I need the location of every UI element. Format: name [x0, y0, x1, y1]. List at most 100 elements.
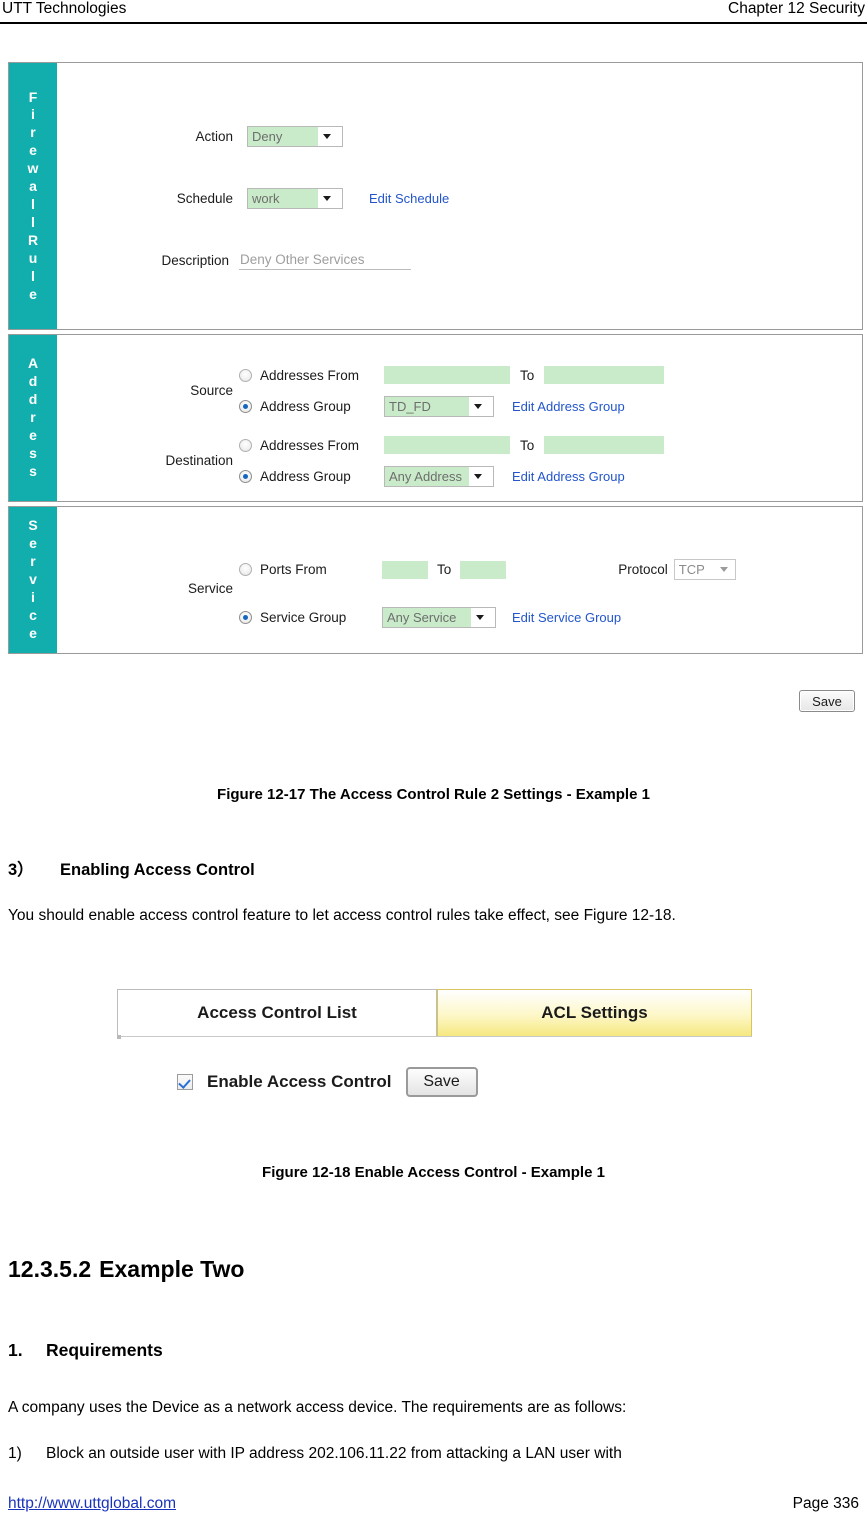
source-address-from-input[interactable]	[384, 366, 510, 384]
source-address-to-input[interactable]	[544, 366, 665, 384]
header-company: UTT Technologies	[2, 0, 127, 17]
firewall-rule-tab-label: F i r e w a l l R u l e	[9, 63, 57, 329]
source-label-wrap: Source	[57, 383, 233, 398]
requirements-item-1-number: 1)	[8, 1445, 22, 1462]
tab-letter: r	[30, 124, 36, 141]
firewall-rule-panel: F i r e w a l l R u l e Action Deny Sche…	[8, 62, 863, 330]
acl-tab-underline	[117, 1036, 752, 1037]
tab-letter: r	[30, 409, 36, 426]
protocol-select-value: TCP	[674, 560, 715, 579]
chevron-down-icon	[318, 127, 336, 146]
dest-addresses-from-row: Addresses From To	[239, 436, 665, 454]
tab-letter: s	[29, 462, 37, 479]
section-3-title: Enabling Access Control	[60, 861, 255, 879]
source-address-group-radio[interactable]	[239, 400, 252, 413]
service-group-radio[interactable]	[239, 611, 252, 624]
acl-enable-row: Enable Access Control Save	[177, 1067, 478, 1097]
tab-letter: s	[29, 444, 37, 461]
figure-12-18-caption: Figure 12-18 Enable Access Control - Exa…	[262, 1164, 605, 1181]
section-example-two-heading: 12.3.5.2 Example Two	[8, 1256, 244, 1283]
edit-schedule-link[interactable]: Edit Schedule	[369, 191, 449, 206]
service-group-select[interactable]: Any Service	[382, 607, 496, 628]
action-label: Action	[195, 129, 233, 144]
ports-from-radio[interactable]	[239, 563, 252, 576]
source-addresses-from-row: Addresses From To	[239, 366, 665, 384]
dest-address-group-radio[interactable]	[239, 470, 252, 483]
source-addresses-from-label: Addresses From	[260, 367, 360, 383]
tab-letter: e	[29, 285, 37, 302]
protocol-select[interactable]: TCP	[673, 559, 736, 580]
ports-from-label: Ports From	[260, 562, 327, 577]
tab-letter: l	[31, 196, 35, 212]
destination-label: Destination	[165, 453, 233, 468]
service-group-row: Service Group Any Service Edit Service G…	[239, 607, 621, 628]
requirements-heading: 1. Requirements	[8, 1340, 163, 1361]
schedule-select[interactable]: work	[247, 188, 343, 209]
dest-address-group-label: Address Group	[260, 469, 351, 484]
source-addresses-from-radio[interactable]	[239, 368, 252, 382]
edit-address-group-link-source[interactable]: Edit Address Group	[512, 399, 625, 414]
section-3-heading: 3） Enabling Access Control	[8, 856, 255, 880]
enable-access-control-checkbox[interactable]	[177, 1074, 193, 1090]
source-label: Source	[190, 383, 233, 398]
acl-tab-bar: Access Control List ACL Settings	[117, 989, 752, 1036]
tab-letter: R	[27, 231, 39, 248]
protocol-label: Protocol	[618, 562, 668, 577]
service-panel: S e r v i c e Service Ports From To Prot…	[8, 506, 863, 654]
header-divider	[0, 22, 867, 24]
requirements-title: Requirements	[46, 1340, 163, 1360]
requirements-intro: A company uses the Device as a network a…	[8, 1399, 627, 1416]
access-control-rule-screenshot: F i r e w a l l R u l e Action Deny Sche…	[8, 62, 863, 658]
source-address-group-value: TD_FD	[385, 397, 469, 416]
source-address-group-row: Address Group TD_FD Edit Address Group	[239, 396, 625, 417]
tab-acl-settings[interactable]: ACL Settings	[437, 989, 752, 1036]
tab-letter: l	[31, 213, 35, 230]
edit-address-group-link-dest[interactable]: Edit Address Group	[512, 469, 625, 484]
dest-address-to-input[interactable]	[544, 436, 665, 454]
service-label-wrap: Service	[57, 581, 233, 596]
action-select[interactable]: Deny	[247, 126, 343, 147]
footer-page-number: Page 336	[792, 1495, 859, 1512]
tab-letter: a	[29, 178, 37, 195]
source-address-group-select[interactable]: TD_FD	[384, 396, 494, 417]
address-panel: A d d r e s s Source Addresses From To A…	[8, 334, 863, 502]
acl-save-button[interactable]: Save	[405, 1067, 478, 1097]
dest-address-group-value: Any Address	[385, 467, 469, 486]
figure-12-17-caption: Figure 12-17 The Access Control Rule 2 S…	[217, 786, 650, 803]
tab-letter: F	[28, 88, 38, 105]
dest-addresses-from-label: Addresses From	[260, 437, 360, 453]
page-footer: http://www.uttglobal.com Page 336	[0, 1495, 867, 1513]
dest-address-group-row: Address Group Any Address Edit Address G…	[239, 466, 625, 487]
dest-address-group-select[interactable]: Any Address	[384, 466, 494, 487]
action-select-value: Deny	[248, 127, 318, 146]
chevron-down-icon	[469, 397, 487, 416]
tab-letter: e	[29, 142, 37, 159]
requirements-item-1: 1) Block an outside user with IP address …	[8, 1438, 864, 1469]
tab-letter: e	[29, 535, 37, 552]
description-input[interactable]: Deny Other Services	[239, 250, 411, 270]
tab-letter: d	[28, 391, 38, 408]
tab-letter: i	[31, 106, 35, 123]
description-label: Description	[161, 252, 229, 268]
edit-service-group-link[interactable]: Edit Service Group	[512, 610, 621, 625]
dest-address-from-input[interactable]	[384, 436, 510, 454]
section-example-two-number: 12.3.5.2	[8, 1256, 92, 1282]
requirements-item-1-text: Block an outside user with IP address 20…	[46, 1445, 622, 1462]
ports-to-label: To	[437, 562, 452, 577]
address-tab-label: A d d r e s s	[9, 335, 57, 501]
destination-label-wrap: Destination	[57, 453, 233, 468]
tab-letter: c	[29, 606, 37, 623]
header-chapter: Chapter 12 Security	[728, 0, 865, 17]
tab-letter: A	[27, 355, 39, 372]
tab-access-control-list[interactable]: Access Control List	[117, 989, 437, 1036]
section-3-paragraph: You should enable access control feature…	[8, 907, 676, 924]
service-group-label: Service Group	[260, 610, 347, 625]
requirements-number: 1.	[8, 1340, 23, 1360]
ports-from-input[interactable]	[382, 560, 428, 579]
dest-addresses-from-radio[interactable]	[239, 438, 252, 452]
schedule-select-value: work	[248, 189, 318, 208]
ports-to-input[interactable]	[460, 560, 507, 579]
rule-save-button[interactable]: Save	[799, 690, 855, 712]
footer-website-link[interactable]: http://www.uttglobal.com	[8, 1495, 176, 1513]
action-row: Action Deny	[57, 126, 343, 147]
